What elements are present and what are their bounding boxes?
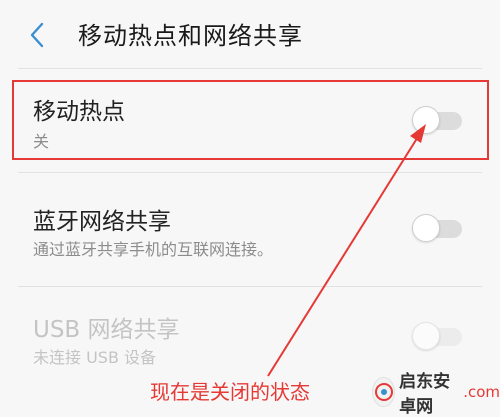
- watermark: 启东安卓网 .com: [372, 372, 500, 417]
- annotation-arrow: [267, 124, 426, 377]
- annotation-text: 现在是关闭的状态: [150, 380, 310, 404]
- watermark-domain: .com: [463, 383, 500, 401]
- watermark-name: 启东安卓网: [399, 372, 451, 417]
- watermark-logo-icon: [372, 377, 396, 407]
